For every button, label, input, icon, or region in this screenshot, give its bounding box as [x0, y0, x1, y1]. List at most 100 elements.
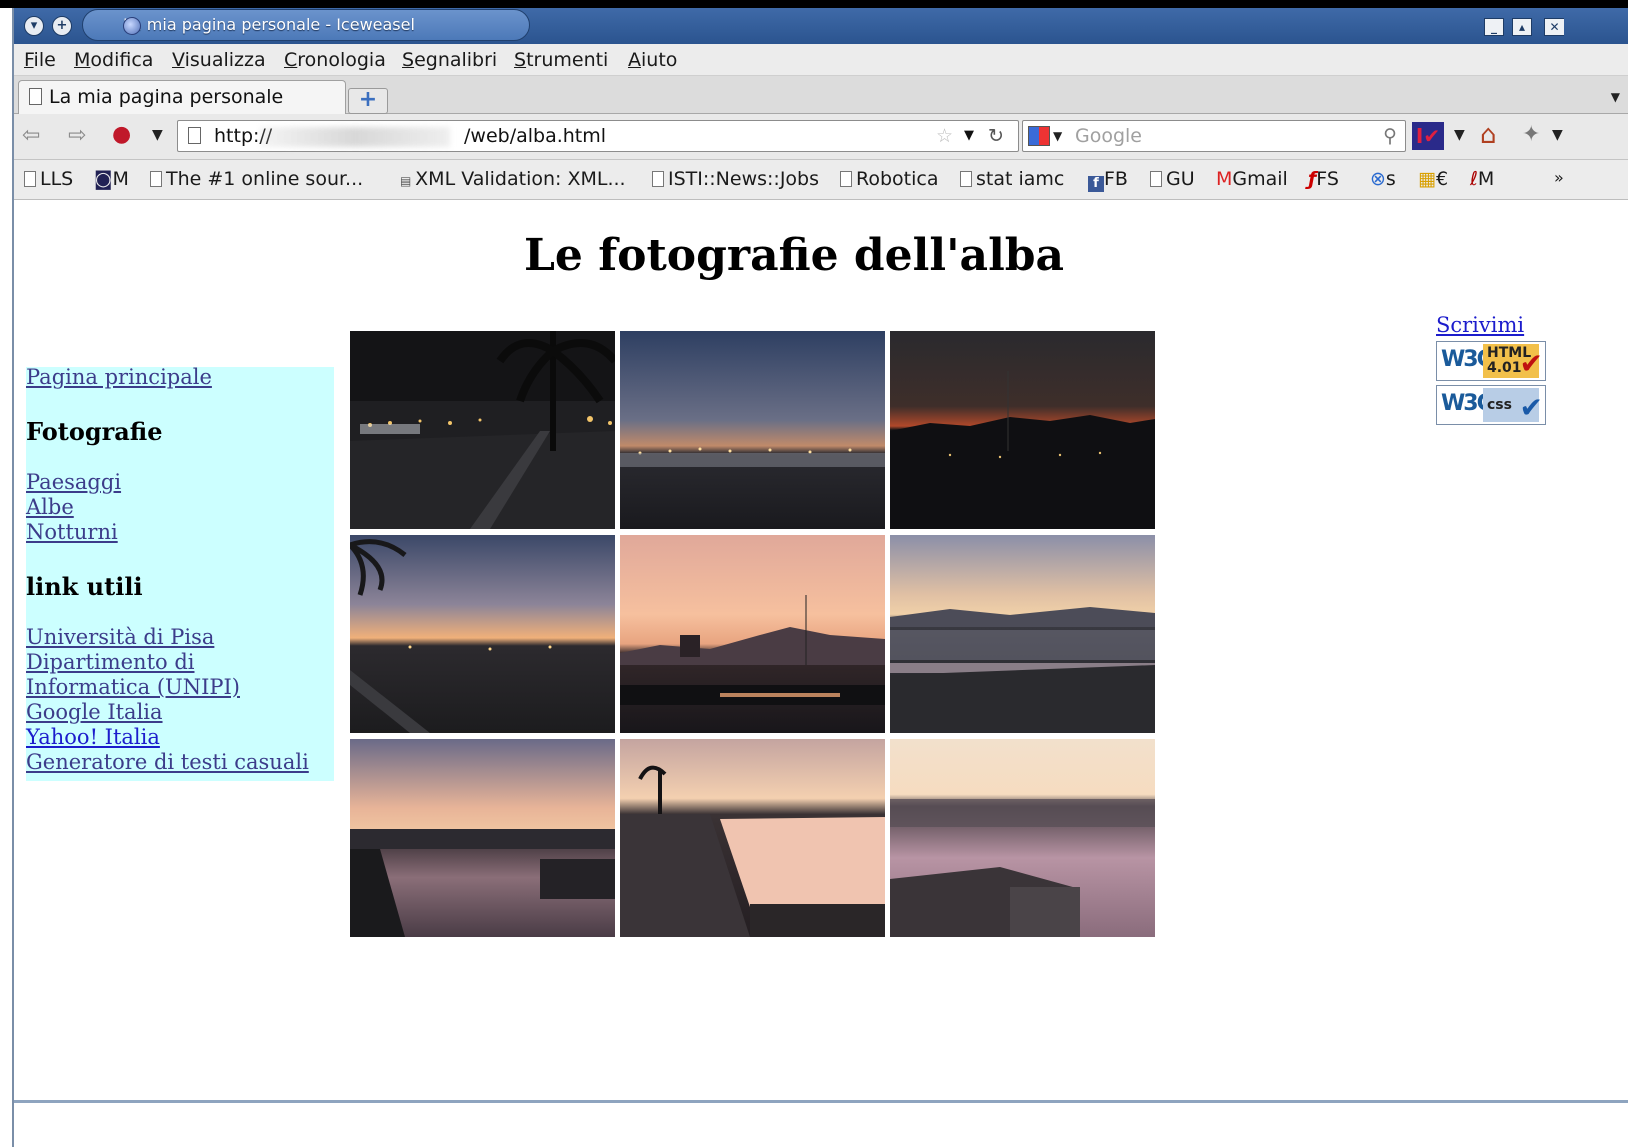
bookmark-online-source[interactable]: The #1 online sour... — [150, 168, 363, 190]
bookmark-isti-news[interactable]: ISTI::News::Jobs — [652, 168, 819, 190]
link-dipartimento-informatica[interactable]: Dipartimento di — [26, 650, 195, 675]
page-icon — [29, 88, 42, 105]
w3c-html-badge[interactable]: W3C HTML 4.01 ✔ — [1436, 341, 1546, 381]
search-bar[interactable]: ▼ Google ⚲ — [1022, 120, 1406, 152]
url-redacted — [260, 127, 450, 147]
right-column: Scrivimi W3C HTML 4.01 ✔ W3C css ✔ — [1436, 313, 1546, 425]
bookmark-gu[interactable]: GU — [1150, 168, 1195, 190]
link-scrivimi[interactable]: Scrivimi — [1436, 313, 1524, 337]
bookmark-stat-iamc[interactable]: stat iamc — [960, 168, 1064, 190]
link-albe[interactable]: Albe — [26, 495, 74, 520]
screen-top-edge — [0, 0, 1628, 8]
bookmark-lls[interactable]: LLS — [24, 168, 73, 190]
minimize-icon[interactable]: _ — [1484, 18, 1504, 36]
search-input[interactable]: Google — [1075, 125, 1142, 147]
gmail-icon: M — [1216, 168, 1233, 190]
link-generatore-testi[interactable]: Generatore di testi casuali — [26, 750, 309, 775]
photo-harbor-night[interactable] — [350, 331, 615, 529]
tab-list-dropdown-icon[interactable]: ▼ — [1611, 90, 1620, 104]
home-icon[interactable]: ⌂ — [1480, 120, 1497, 150]
bookmark-euro[interactable]: ▦€ — [1418, 168, 1448, 190]
photo-dawn-pink-sky[interactable] — [620, 535, 885, 733]
bookmark-robotica[interactable]: Robotica — [840, 168, 938, 190]
window-title-text: La mia pagina personale - Iceweasel — [123, 15, 415, 34]
bookmark-page-icon — [652, 171, 664, 187]
close-icon[interactable]: ✕ — [1544, 18, 1564, 36]
reload-icon[interactable]: ↻ — [988, 121, 1004, 151]
link-google-italia[interactable]: Google Italia — [26, 700, 163, 725]
forward-icon[interactable]: ⇨ — [68, 123, 86, 148]
bookmark-page-icon — [840, 171, 852, 187]
site-icon — [188, 127, 201, 144]
addon-dropdown-icon[interactable]: ▼ — [1454, 127, 1465, 143]
url-bar[interactable]: http:// /web/alba.html ☆ ▼ ↻ — [177, 120, 1019, 152]
bookmark-gmail[interactable]: MGmail — [1216, 168, 1288, 190]
bookmark-s[interactable]: ⊗s — [1370, 168, 1396, 190]
window-title: La mia pagina personale - Iceweasel — [82, 9, 530, 41]
euro-icon: ▦ — [1418, 168, 1436, 190]
link-pagina-principale[interactable]: Pagina principale — [26, 365, 212, 390]
photo-marina-dawn[interactable] — [890, 535, 1155, 733]
w3c-css-badge[interactable]: W3C css ✔ — [1436, 385, 1546, 425]
window-bottom-border — [14, 1100, 1628, 1103]
menu-aiuto[interactable]: Aiuto — [628, 49, 677, 71]
sidebar-menu: Pagina principale Fotografie Paesaggi Al… — [26, 365, 334, 781]
url-suffix: /web/alba.html — [464, 125, 607, 147]
bookmark-m[interactable]: ◙M — [94, 168, 129, 190]
overflow-dropdown-icon[interactable]: ▼ — [1552, 127, 1563, 143]
link-dipartimento-informatica-cont[interactable]: Informatica (UNIPI) — [26, 675, 240, 700]
menu-visualizza[interactable]: Visualizza — [172, 49, 266, 71]
extension-icon[interactable]: ✦ — [1522, 122, 1540, 147]
new-tab-button[interactable]: + — [348, 88, 388, 114]
check-icon: ✔ — [1519, 347, 1543, 380]
bookmark-m2[interactable]: ℓM — [1470, 168, 1494, 190]
window-menu-icon[interactable]: ▾ — [24, 16, 44, 36]
title-bar: ▾ + La mia pagina personale - Iceweasel … — [14, 8, 1628, 44]
menu-strumenti[interactable]: Strumenti — [514, 49, 608, 71]
bookmark-page-icon — [1150, 171, 1162, 187]
bookmarks-overflow-icon[interactable]: » — [1554, 168, 1564, 187]
photo-quay-sunrise[interactable] — [620, 739, 885, 937]
link-notturni[interactable]: Notturni — [26, 520, 118, 545]
m2-icon: ℓ — [1470, 168, 1478, 190]
page-title: Le fotografie dell'alba — [523, 230, 1065, 281]
bookmark-page-icon — [960, 171, 972, 187]
tab-bar: La mia pagina personale + ▼ — [14, 76, 1628, 114]
mail-icon: ◙ — [94, 168, 113, 190]
bookmark-page-icon — [150, 171, 162, 187]
iceweasel-icon — [123, 17, 141, 35]
url-dropdown-icon[interactable]: ▼ — [964, 121, 974, 151]
menu-bar: File Modifica Visualizza Cronologia Segn… — [14, 44, 1628, 76]
search-engine-dropdown-icon[interactable]: ▼ — [1053, 121, 1062, 151]
addon-icon[interactable]: ● — [112, 122, 131, 147]
bookmark-star-icon[interactable]: ☆ — [936, 121, 953, 151]
maximize-icon[interactable]: ▴ — [1512, 18, 1532, 36]
photo-mountain-dusk[interactable] — [890, 331, 1155, 529]
menu-modifica[interactable]: Modifica — [74, 49, 153, 71]
photo-harbor-twilight[interactable] — [620, 331, 885, 529]
bookmarks-toolbar: LLS ◙M The #1 online sour... ▤ XML Valid… — [14, 160, 1628, 200]
search-icon[interactable]: ⚲ — [1383, 121, 1397, 151]
navigation-toolbar: ⇦ ⇨ ● ▼ http:// /web/alba.html ☆ ▼ ↻ ▼ G… — [14, 114, 1628, 160]
menu-segnalibri[interactable]: Segnalibri — [402, 49, 497, 71]
bookmark-fb[interactable]: f FB — [1088, 168, 1128, 192]
page-content: Le fotografie dell'alba Pagina principal… — [14, 200, 1628, 1147]
bookmark-xml-validation[interactable]: ▤ XML Validation: XML... — [400, 168, 626, 190]
photo-dawn-palm[interactable] — [350, 535, 615, 733]
link-paesaggi[interactable]: Paesaggi — [26, 470, 121, 495]
menu-file[interactable]: File — [24, 49, 56, 71]
window-add-icon[interactable]: + — [52, 16, 72, 36]
history-dropdown-icon[interactable]: ▼ — [152, 127, 163, 143]
back-icon[interactable]: ⇦ — [22, 123, 40, 148]
photo-harbor-reflection[interactable] — [350, 739, 615, 937]
menu-cronologia[interactable]: Cronologia — [284, 49, 386, 71]
photo-marina-sunrise[interactable] — [890, 739, 1155, 937]
tab-la-mia-pagina[interactable]: La mia pagina personale — [18, 80, 346, 114]
link-universita-pisa[interactable]: Università di Pisa — [26, 625, 214, 650]
link-yahoo-italia[interactable]: Yahoo! Italia — [26, 725, 160, 750]
addon-tv-icon[interactable]: I✔ — [1412, 122, 1444, 150]
google-engine-icon[interactable] — [1028, 126, 1050, 146]
xml-icon: ▤ — [400, 174, 416, 188]
photo-gallery — [350, 331, 1162, 943]
bookmark-fs[interactable]: ƒFS — [1308, 168, 1339, 190]
